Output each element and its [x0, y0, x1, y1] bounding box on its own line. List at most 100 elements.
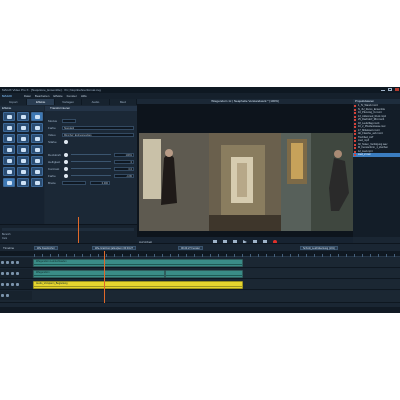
effect-icon-blur[interactable] [17, 123, 29, 132]
timeline-track[interactable]: Wiegendorn Leintuchtaufen [0, 258, 400, 268]
solo-icon[interactable] [6, 294, 9, 297]
slider-track[interactable] [71, 154, 111, 155]
lock-icon[interactable] [11, 272, 14, 275]
timeline-marker[interactable]: 00:24:27 Fenster [178, 246, 203, 250]
audio-clip[interactable]: Audio_Vorspann_Begleitung [33, 281, 243, 289]
slider-track[interactable] [71, 175, 111, 176]
ruler-tick [226, 254, 227, 257]
slider-handle[interactable] [64, 173, 68, 178]
mute-icon[interactable] [1, 283, 4, 286]
timeline-track[interactable]: Audio_Vorspann_Begleitung [0, 280, 400, 290]
solo-icon[interactable] [6, 272, 9, 275]
effect-icon-stabilize[interactable] [3, 145, 15, 154]
tab-effects[interactable]: Effekte [27, 99, 55, 105]
prop-mode-field[interactable] [62, 118, 76, 123]
video-clip[interactable]: Wiegendorn [33, 270, 165, 278]
menu-effects[interactable]: Effekte [53, 94, 62, 98]
slider-handle[interactable] [64, 152, 68, 157]
prop-row: Modus [48, 118, 134, 123]
keyframe-track[interactable] [2, 228, 134, 231]
ruler-tick [354, 254, 355, 257]
prop-video-select[interactable]: Minichef_Endrespexdiag [62, 132, 134, 137]
timeline-marker[interactable]: Schnitt_Leichtdeckung (101) [300, 246, 338, 250]
ruler-tick [114, 254, 115, 257]
eye-icon[interactable] [16, 283, 19, 286]
prop-label: Video [48, 132, 56, 137]
ruler-tick [90, 254, 91, 257]
prop-value[interactable]: 0 [114, 159, 134, 164]
lock-icon[interactable] [11, 261, 14, 264]
program-monitor: Wiegendorn 1c | Neaphelte Verstandwerk *… [137, 99, 353, 247]
video-clip[interactable]: Wiegendorn Leintuchtaufen [33, 259, 243, 267]
timeline-track-empty[interactable] [0, 291, 400, 303]
effect-icon-speed[interactable] [17, 145, 29, 154]
tab-import[interactable]: Import [0, 99, 28, 105]
effect-icon-rotate[interactable] [31, 156, 43, 165]
effect-icon-sharpen[interactable] [3, 123, 15, 132]
tab-templates[interactable]: Vorlagen [55, 99, 83, 105]
prop-strength-knob[interactable] [64, 139, 68, 144]
video-frame[interactable] [139, 133, 353, 231]
effect-icon-brightness[interactable] [17, 112, 29, 121]
solo-icon[interactable] [6, 283, 9, 286]
prop-width-field[interactable] [62, 180, 86, 185]
tab-audio[interactable]: Audio [82, 99, 110, 105]
video-clip[interactable] [165, 270, 243, 278]
prop-value[interactable]: -0.80 [114, 173, 134, 178]
track-header [0, 258, 32, 267]
effect-icon-distort[interactable] [31, 123, 43, 132]
effect-icon-frame[interactable] [17, 178, 29, 187]
effect-icon-noise[interactable] [31, 167, 43, 176]
timeline-track[interactable]: Wiegendorn [0, 269, 400, 279]
timeline-marker[interactable]: Wie-Grattzoni (alles)kern 00:04:27 [92, 246, 137, 250]
effect-icon-color[interactable] [3, 112, 15, 121]
effect-icon-shadow[interactable] [3, 167, 15, 176]
eye-icon[interactable] [16, 272, 19, 275]
maximize-icon[interactable] [388, 88, 392, 91]
tab-media[interactable]: Med [110, 99, 138, 105]
prop-label: Farbe [48, 173, 56, 178]
slider-handle[interactable] [64, 166, 68, 171]
lock-icon[interactable] [11, 283, 14, 286]
timeline-marker[interactable]: Wie Faudrochor [34, 246, 58, 250]
effect-icon-text[interactable] [3, 156, 15, 165]
solo-icon[interactable] [6, 261, 9, 264]
slider-track[interactable] [71, 161, 111, 162]
mute-icon[interactable] [1, 261, 4, 264]
effect-icon-fade[interactable] [17, 156, 29, 165]
slider-track[interactable] [71, 168, 111, 169]
ruler-tick [338, 254, 339, 257]
slider-handle[interactable] [64, 159, 68, 164]
menu-window[interactable]: Fenster [67, 94, 77, 98]
effect-icon-mirror[interactable] [31, 145, 43, 154]
effect-icon-mask[interactable] [17, 134, 29, 143]
effect-icon-transform[interactable] [31, 112, 43, 121]
effect-icon-crop[interactable] [3, 134, 15, 143]
ruler-tick [282, 254, 283, 257]
effect-icon-chroma[interactable] [31, 134, 43, 143]
effect-icon-lut[interactable] [3, 178, 15, 187]
menu-edit[interactable]: Bearbeiten [35, 94, 50, 98]
window-controls [381, 88, 399, 91]
close-icon[interactable] [395, 88, 399, 91]
prop-value[interactable]: 0.000 [90, 180, 110, 185]
browser-file-item[interactable]: Lied_2.mxc [353, 153, 400, 157]
mute-icon[interactable] [1, 294, 4, 297]
timeline-playhead[interactable] [104, 251, 105, 303]
minimize-icon[interactable] [381, 88, 385, 91]
prop-color-select[interactable]: Standard [62, 125, 134, 130]
timeline-ruler[interactable] [0, 251, 400, 257]
eye-icon[interactable] [16, 261, 19, 264]
menu-help[interactable]: Hilfe [81, 94, 87, 98]
effect-icon-glow[interactable] [17, 167, 29, 176]
keyframe-playhead[interactable] [78, 217, 79, 243]
ruler-tick [258, 254, 259, 257]
track-header [0, 291, 32, 300]
track-header [0, 269, 32, 278]
mute-icon[interactable] [1, 272, 4, 275]
video-preview-image [139, 133, 353, 231]
menu-file[interactable]: Datei [24, 94, 31, 98]
prop-value[interactable]: 0.0 [114, 166, 134, 171]
effect-icon-more[interactable] [31, 178, 43, 187]
prop-value[interactable]: 100% [114, 152, 134, 157]
